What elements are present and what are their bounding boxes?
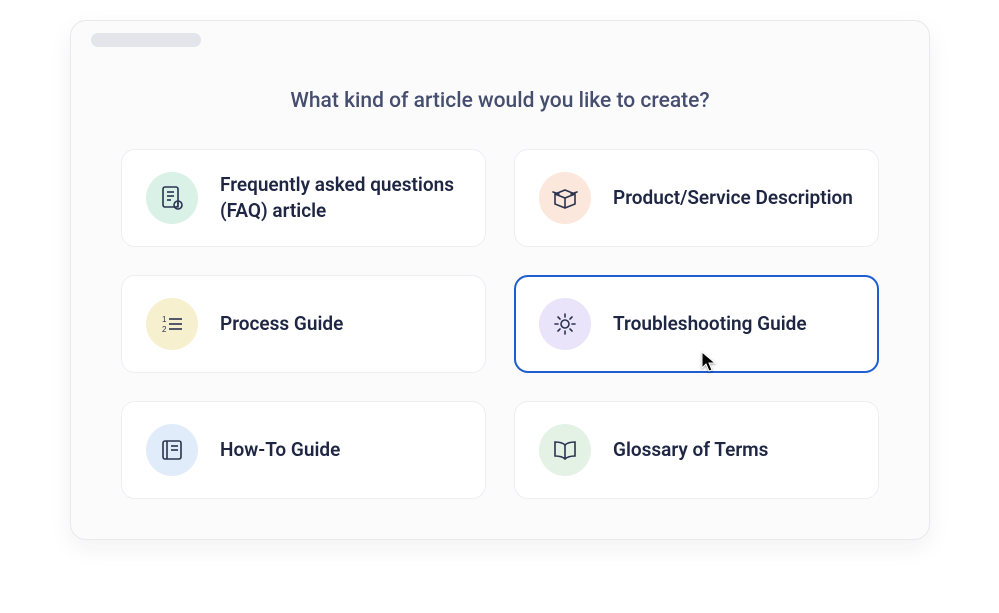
numbered-list-icon: 1 2	[146, 298, 198, 350]
option-glossary[interactable]: Glossary of Terms	[514, 401, 879, 499]
option-label: Frequently asked questions (FAQ) article	[220, 172, 461, 223]
option-label: How-To Guide	[220, 437, 340, 463]
dialog-window: What kind of article would you like to c…	[70, 20, 930, 540]
option-process-guide[interactable]: 1 2 Process Guide	[121, 275, 486, 373]
titlebar-placeholder	[91, 33, 201, 47]
option-faq[interactable]: Frequently asked questions (FAQ) article	[121, 149, 486, 247]
box-open-icon	[539, 172, 591, 224]
titlebar	[71, 21, 929, 59]
manual-book-icon	[146, 424, 198, 476]
open-book-icon	[539, 424, 591, 476]
option-troubleshooting[interactable]: Troubleshooting Guide	[514, 275, 879, 373]
option-product-service[interactable]: Product/Service Description	[514, 149, 879, 247]
option-how-to[interactable]: How-To Guide	[121, 401, 486, 499]
dialog-heading: What kind of article would you like to c…	[121, 89, 879, 113]
document-info-icon	[146, 172, 198, 224]
dialog-content: What kind of article would you like to c…	[71, 59, 929, 539]
gear-icon	[539, 298, 591, 350]
svg-text:2: 2	[162, 325, 167, 334]
option-label: Glossary of Terms	[613, 437, 768, 463]
option-label: Product/Service Description	[613, 185, 853, 211]
svg-text:1: 1	[162, 315, 167, 324]
option-label: Troubleshooting Guide	[613, 311, 807, 337]
option-label: Process Guide	[220, 311, 343, 337]
article-type-grid: Frequently asked questions (FAQ) article…	[121, 149, 879, 499]
